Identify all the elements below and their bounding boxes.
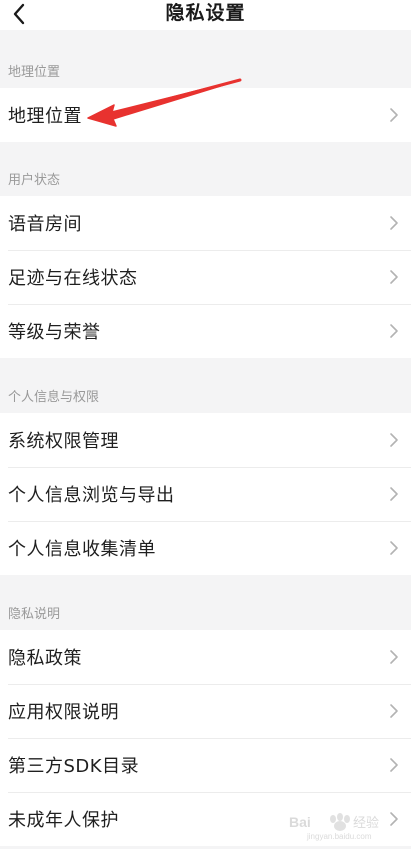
row-label: 系统权限管理 <box>8 431 119 452</box>
chevron-right-icon <box>390 650 398 664</box>
chevron-right-icon <box>390 324 398 338</box>
group-user-status: 语音房间 足迹与在线状态 等级与荣誉 <box>0 196 411 358</box>
baidu-jingyan-watermark: Bai 经验 jingyan.baidu.com <box>289 813 379 841</box>
row-label: 应用权限说明 <box>8 702 119 723</box>
row-app-permissions[interactable]: 应用权限说明 <box>0 684 411 738</box>
row-label: 隐私政策 <box>8 648 82 669</box>
row-privacy-policy[interactable]: 隐私政策 <box>0 630 411 684</box>
page-title: 隐私设置 <box>165 2 246 24</box>
section-header-location: 地理位置 <box>0 58 411 88</box>
row-location[interactable]: 地理位置 <box>0 88 411 142</box>
row-system-permissions[interactable]: 系统权限管理 <box>0 413 411 467</box>
svg-text:jingyan.baidu.com: jingyan.baidu.com <box>306 832 372 841</box>
chevron-right-icon <box>390 216 398 230</box>
chevron-right-icon <box>390 704 398 718</box>
row-label: 个人信息浏览与导出 <box>8 485 175 506</box>
row-label: 未成年人保护 <box>8 810 119 831</box>
chevron-right-icon <box>390 270 398 284</box>
group-location: 地理位置 <box>0 88 411 142</box>
chevron-right-icon <box>390 108 398 122</box>
chevron-right-icon <box>390 758 398 772</box>
chevron-right-icon <box>390 433 398 447</box>
top-bar: 隐私设置 <box>0 0 411 30</box>
row-info-browse-export[interactable]: 个人信息浏览与导出 <box>0 467 411 521</box>
section-header-personal-info: 个人信息与权限 <box>0 383 411 413</box>
row-label: 个人信息收集清单 <box>8 539 156 560</box>
row-voice-room[interactable]: 语音房间 <box>0 196 411 250</box>
row-footprint-online-status[interactable]: 足迹与在线状态 <box>0 250 411 304</box>
row-label: 地理位置 <box>8 106 82 127</box>
section-header-user-status: 用户状态 <box>0 166 411 196</box>
row-info-collection-list[interactable]: 个人信息收集清单 <box>0 521 411 575</box>
section-header-privacy-notes: 隐私说明 <box>0 600 411 630</box>
chevron-right-icon <box>390 487 398 501</box>
row-third-party-sdk[interactable]: 第三方SDK目录 <box>0 738 411 792</box>
row-label: 语音房间 <box>8 214 82 235</box>
row-level-honor[interactable]: 等级与荣誉 <box>0 304 411 358</box>
group-personal-info: 系统权限管理 个人信息浏览与导出 个人信息收集清单 <box>0 413 411 575</box>
svg-text:Bai: Bai <box>289 814 311 830</box>
row-label: 足迹与在线状态 <box>8 268 138 289</box>
row-label: 等级与荣誉 <box>8 322 101 343</box>
svg-text:经验: 经验 <box>353 815 379 831</box>
row-label: 第三方SDK目录 <box>8 756 140 777</box>
chevron-right-icon <box>390 541 398 555</box>
